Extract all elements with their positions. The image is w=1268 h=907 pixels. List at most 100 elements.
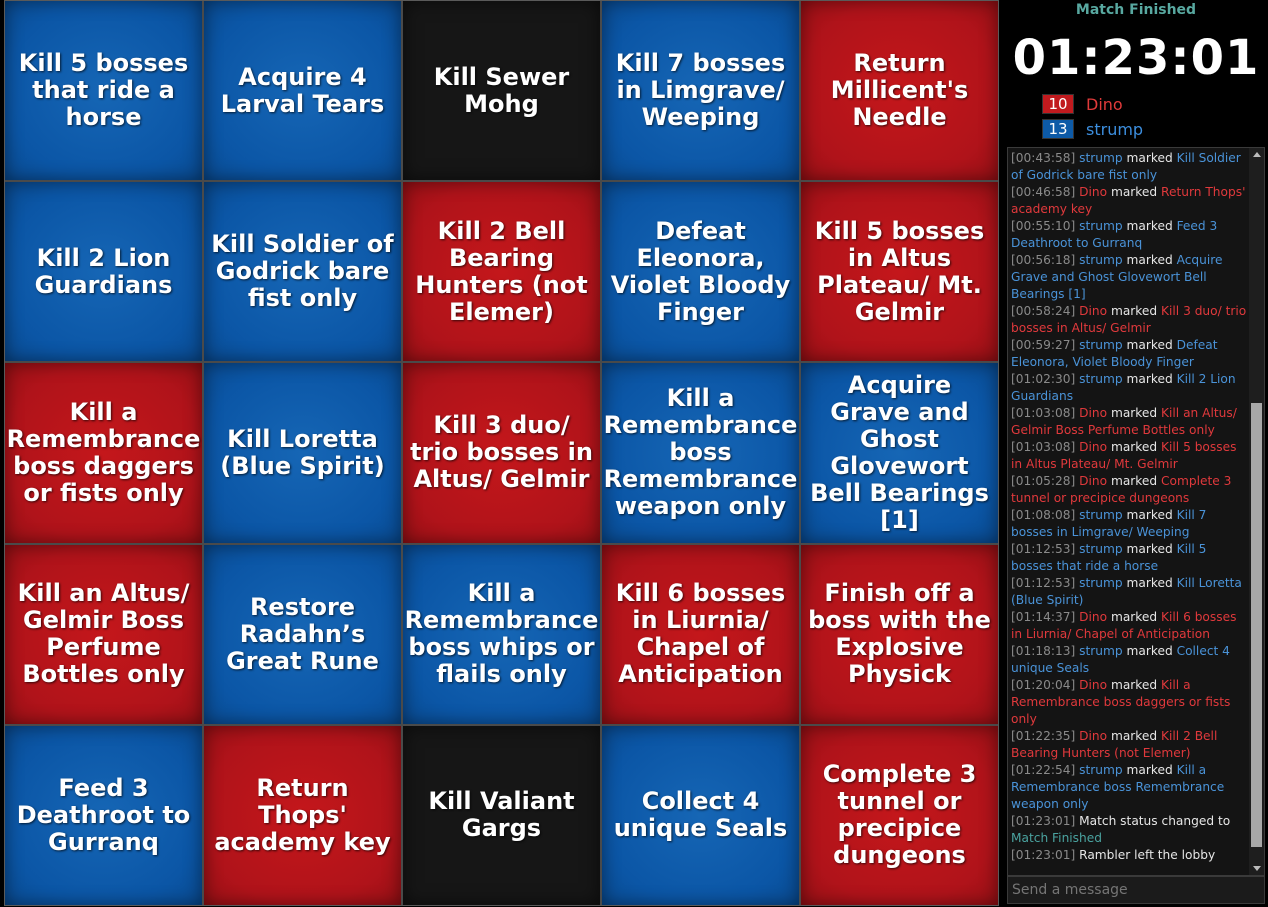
log-action: marked	[1126, 644, 1173, 658]
log-action: marked	[1110, 304, 1158, 318]
log-entry: [01:22:54] strump marked Kill a Remembra…	[1011, 762, 1247, 813]
log-timestamp: [01:03:08]	[1011, 406, 1076, 420]
player-name: strump	[1086, 119, 1144, 139]
bingo-cell[interactable]: Kill an Altus/ Gelmir Boss Perfume Bottl…	[5, 544, 202, 724]
bingo-cell[interactable]: Kill Loretta (Blue Spirit)	[204, 363, 401, 543]
bingo-board: Kill 5 bosses that ride a horse Acquire 4…	[4, 0, 999, 906]
bingo-cell[interactable]: Feed 3 Deathroot to Gurranq	[5, 725, 202, 905]
log-player: strump	[1079, 372, 1123, 386]
log-action: Rambler left the lobby	[1079, 848, 1216, 862]
log-action: marked	[1126, 508, 1173, 522]
chat-log[interactable]: [00:43:58] strump marked Kill Soldier of…	[1007, 147, 1265, 876]
bingo-cell[interactable]: Acquire 4 Larval Tears	[204, 1, 401, 181]
log-timestamp: [00:43:58]	[1011, 151, 1076, 165]
log-player: strump	[1079, 644, 1123, 658]
log-timestamp: [01:03:08]	[1011, 440, 1076, 454]
log-timestamp: [00:55:10]	[1011, 219, 1076, 233]
bingo-cell[interactable]: Kill a Remembrance boss daggers or fists…	[5, 363, 202, 543]
log-player: strump	[1079, 253, 1123, 267]
log-entry: [01:03:08] Dino marked Kill 5 bosses in …	[1011, 439, 1247, 473]
log-timestamp: [00:46:58]	[1011, 185, 1076, 199]
log-player: strump	[1079, 219, 1123, 233]
bingo-cell[interactable]: Complete 3 tunnel or precipice dungeons	[801, 725, 998, 905]
log-player: Dino	[1079, 729, 1108, 743]
log-player: strump	[1079, 763, 1123, 777]
log-player: strump	[1079, 576, 1123, 590]
match-status: Match Finished	[1075, 2, 1197, 18]
bingo-cell[interactable]: Kill Valiant Gargs	[403, 725, 600, 905]
log-player: Dino	[1079, 185, 1108, 199]
log-action: marked	[1126, 576, 1173, 590]
scroll-thumb[interactable]	[1251, 403, 1262, 847]
log-player: Dino	[1079, 406, 1108, 420]
player-score: 13	[1042, 119, 1074, 139]
log-entry: [01:18:13] strump marked Collect 4 uniqu…	[1011, 643, 1247, 677]
log-timestamp: [01:12:53]	[1011, 576, 1076, 590]
log-timestamp: [01:12:53]	[1011, 542, 1076, 556]
log-entry: [01:12:53] strump marked Kill Loretta (B…	[1011, 575, 1247, 609]
log-entry: [01:22:35] Dino marked Kill 2 Bell Beari…	[1011, 728, 1247, 762]
bingo-cell[interactable]: Kill Soldier of Godrick bare fist only	[204, 182, 401, 362]
log-action: marked	[1110, 440, 1158, 454]
chat-log-entries: [00:43:58] strump marked Kill Soldier of…	[1011, 150, 1247, 864]
player-row-strump: 13 strump	[1042, 119, 1143, 139]
log-entry: [00:46:58] Dino marked Return Thops' aca…	[1011, 184, 1247, 218]
log-timestamp: [00:58:24]	[1011, 304, 1076, 318]
log-player: strump	[1079, 151, 1123, 165]
log-action: marked	[1126, 372, 1173, 386]
bingo-cell[interactable]: Kill a Remembrance boss Remembrance weap…	[602, 363, 799, 543]
log-entry: [00:43:58] strump marked Kill Soldier of…	[1011, 150, 1247, 184]
log-player: Dino	[1079, 304, 1108, 318]
bingo-cell[interactable]: Kill Sewer Mohg	[403, 1, 600, 181]
bingo-cell[interactable]: Kill 6 bosses in Liurnia/ Chapel of Anti…	[602, 544, 799, 724]
player-name: Dino	[1086, 94, 1123, 114]
bingo-cell[interactable]: Finish off a boss with the Explosive Phy…	[801, 544, 998, 724]
bingo-cell[interactable]: Defeat Eleonora, Violet Bloody Finger	[602, 182, 799, 362]
side-panel: Match Finished 01:23:01 10 Dino 13 strum…	[1006, 0, 1266, 907]
bingo-cell[interactable]: Return Thops' academy key	[204, 725, 401, 905]
log-action: marked	[1126, 542, 1173, 556]
log-timestamp: [01:20:04]	[1011, 678, 1076, 692]
log-goal: Match Finished	[1011, 831, 1102, 845]
bingo-cell[interactable]: Acquire Grave and Ghost Glovewort Bell B…	[801, 363, 998, 543]
log-action: marked	[1126, 151, 1173, 165]
log-action: marked	[1110, 474, 1158, 488]
log-timestamp: [00:56:18]	[1011, 253, 1076, 267]
log-entry: [01:20:04] Dino marked Kill a Remembranc…	[1011, 677, 1247, 728]
log-timestamp: [01:23:01]	[1011, 814, 1076, 828]
scroll-down-icon[interactable]	[1253, 866, 1261, 871]
log-action: marked	[1126, 338, 1173, 352]
log-entry: [00:55:10] strump marked Feed 3 Deathroo…	[1011, 218, 1247, 252]
log-player: Dino	[1079, 474, 1108, 488]
log-player: strump	[1079, 338, 1123, 352]
log-player: strump	[1079, 508, 1123, 522]
log-action: marked	[1110, 406, 1158, 420]
message-input[interactable]	[1007, 876, 1265, 904]
log-player: Dino	[1079, 678, 1108, 692]
bingo-cell[interactable]: Kill 7 bosses in Limgrave/ Weeping	[602, 1, 799, 181]
log-entry: [01:02:30] strump marked Kill 2 Lion Gua…	[1011, 371, 1247, 405]
bingo-cell[interactable]: Kill 5 bosses in Altus Plateau/ Mt. Gelm…	[801, 182, 998, 362]
log-action: Match status changed to	[1079, 814, 1231, 828]
log-action: marked	[1110, 185, 1158, 199]
bingo-cell[interactable]: Return Millicent's Needle	[801, 1, 998, 181]
log-timestamp: [01:02:30]	[1011, 372, 1076, 386]
log-action: marked	[1110, 678, 1158, 692]
log-player: strump	[1079, 542, 1123, 556]
log-player: Dino	[1079, 610, 1108, 624]
bingo-cell[interactable]: Kill 5 bosses that ride a horse	[5, 1, 202, 181]
bingo-cell[interactable]: Kill 2 Bell Bearing Hunters (not Elemer)	[403, 182, 600, 362]
bingo-cell[interactable]: Kill a Remembrance boss whips or flails …	[403, 544, 600, 724]
log-action: marked	[1110, 610, 1158, 624]
bingo-cell[interactable]: Kill 2 Lion Guardians	[5, 182, 202, 362]
bingo-cell[interactable]: Kill 3 duo/ trio bosses in Altus/ Gelmir	[403, 363, 600, 543]
bingo-cell[interactable]: Collect 4 unique Seals	[602, 725, 799, 905]
log-action: marked	[1126, 253, 1173, 267]
log-action: marked	[1126, 219, 1173, 233]
bingo-cell[interactable]: Restore Radahn’s Great Rune	[204, 544, 401, 724]
chat-scrollbar[interactable]	[1249, 148, 1264, 875]
scroll-up-icon[interactable]	[1253, 152, 1261, 157]
log-timestamp: [01:14:37]	[1011, 610, 1076, 624]
log-timestamp: [00:59:27]	[1011, 338, 1076, 352]
log-timestamp: [01:05:28]	[1011, 474, 1076, 488]
